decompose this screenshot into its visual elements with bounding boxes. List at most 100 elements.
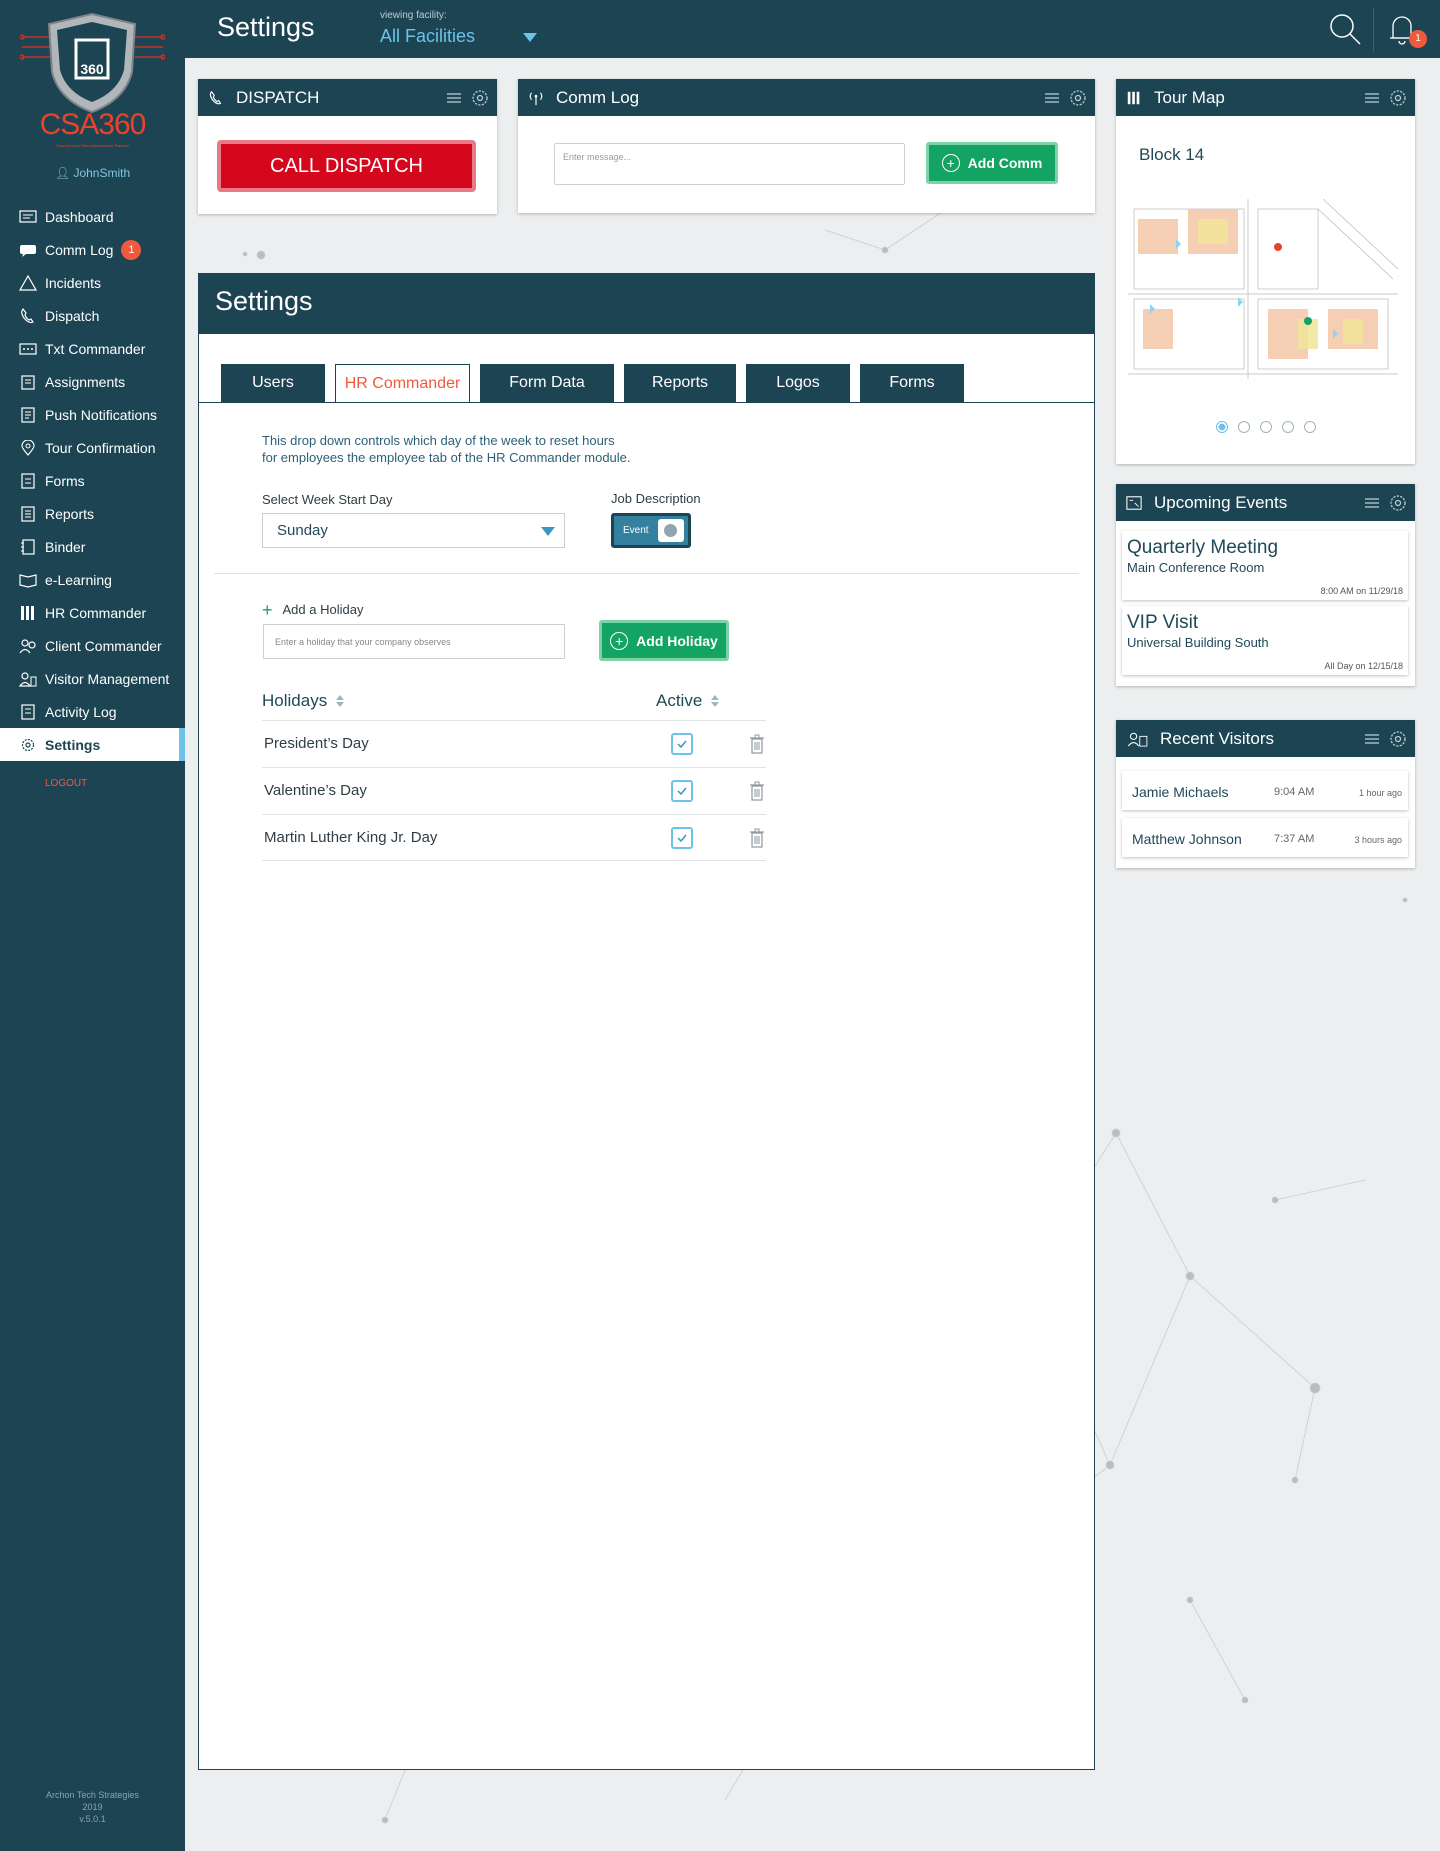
sidebar-item-e-learning[interactable]: e-Learning xyxy=(0,563,185,596)
map-label: Block 14 xyxy=(1139,145,1205,164)
plus-circle-icon: + xyxy=(941,154,960,172)
sidebar-item-comm-log[interactable]: Comm Log 1 xyxy=(0,233,185,266)
active-column-header[interactable]: Active xyxy=(656,691,720,711)
sidebar-item-dispatch[interactable]: Dispatch xyxy=(0,299,185,332)
visitor-name: Matthew Johnson xyxy=(1132,831,1242,847)
plus-icon: + xyxy=(262,599,273,620)
menu-icon[interactable] xyxy=(1363,730,1381,748)
holiday-input[interactable]: Enter a holiday that your company observ… xyxy=(263,624,565,659)
tab-users[interactable]: Users xyxy=(221,364,325,402)
widget-header: Upcoming Events xyxy=(1116,484,1415,521)
facility-select[interactable]: All Facilities xyxy=(380,26,475,47)
map-page-dot[interactable] xyxy=(1216,421,1228,433)
gear-icon xyxy=(18,737,38,753)
gear-icon[interactable] xyxy=(1069,89,1087,107)
trash-icon[interactable] xyxy=(750,734,764,754)
tab-hr-commander[interactable]: HR Commander xyxy=(335,364,470,403)
widget-title: Upcoming Events xyxy=(1154,492,1288,512)
sidebar-item-incidents[interactable]: Incidents xyxy=(0,266,185,299)
tab-logos[interactable]: Logos xyxy=(746,364,850,402)
gear-icon[interactable] xyxy=(1389,494,1407,512)
trash-icon[interactable] xyxy=(750,781,764,801)
upcoming-events-widget: Upcoming Events Quarterly Meeting Main C… xyxy=(1116,484,1415,686)
comm-message-input[interactable]: Enter message... xyxy=(554,143,905,185)
add-holiday-label: Add a Holiday xyxy=(282,602,364,617)
sidebar-item-label: Client Commander xyxy=(45,637,162,654)
tab-form-data[interactable]: Form Data xyxy=(480,364,614,402)
sidebar-item-hr-commander[interactable]: HR Commander xyxy=(0,596,185,629)
trash-icon[interactable] xyxy=(750,828,764,848)
tab-forms[interactable]: Forms xyxy=(860,364,964,402)
widget-header: Tour Map xyxy=(1116,79,1415,116)
menu-icon[interactable] xyxy=(1043,89,1061,107)
map-page-dot[interactable] xyxy=(1238,421,1250,433)
tab-divider xyxy=(199,402,1094,403)
sidebar-item-txt-commander[interactable]: Txt Commander xyxy=(0,332,185,365)
event-card[interactable]: VIP Visit Universal Building South All D… xyxy=(1122,606,1408,675)
sidebar-item-label: Tour Confirmation xyxy=(45,439,156,456)
sidebar-item-binder[interactable]: Binder xyxy=(0,530,185,563)
sidebar-item-label: Visitor Management xyxy=(45,670,170,687)
sidebar-item-activity-log[interactable]: Activity Log xyxy=(0,695,185,728)
map-page-dot[interactable] xyxy=(1304,421,1316,433)
sidebar-item-client-commander[interactable]: Client Commander xyxy=(0,629,185,662)
sidebar-item-label: Comm Log xyxy=(45,241,114,258)
sidebar-item-visitor-management[interactable]: Visitor Management xyxy=(0,662,185,695)
hr-icon xyxy=(18,605,38,621)
job-description-toggle[interactable]: Event xyxy=(611,513,691,548)
map-pin-icon xyxy=(18,439,38,456)
event-location: Universal Building South xyxy=(1127,635,1269,650)
week-start-value: Sunday xyxy=(277,522,328,539)
event-card[interactable]: Quarterly Meeting Main Conference Room 8… xyxy=(1122,531,1408,600)
active-checkbox[interactable] xyxy=(671,733,693,755)
current-user[interactable]: 👤︎ JohnSmith xyxy=(0,166,185,180)
gear-icon[interactable] xyxy=(1389,89,1407,107)
sidebar-nav: Dashboard Comm Log 1 Incidents Dispatch T… xyxy=(0,200,185,761)
sidebar-item-push-notifications[interactable]: Push Notifications xyxy=(0,398,185,431)
week-start-label: Select Week Start Day xyxy=(262,492,393,507)
sidebar-item-reports[interactable]: Reports xyxy=(0,497,185,530)
message-dots-icon xyxy=(18,341,38,357)
chat-icon xyxy=(18,242,38,258)
floor-plan-map[interactable] xyxy=(1128,179,1402,389)
widget-header: Comm Log xyxy=(518,79,1095,116)
sidebar-item-label: Binder xyxy=(45,538,86,555)
sidebar-item-assignments[interactable]: Assignments xyxy=(0,365,185,398)
visitor-time: 7:37 AM xyxy=(1274,833,1315,845)
menu-icon[interactable] xyxy=(1363,494,1381,512)
chevron-down-icon[interactable] xyxy=(523,33,537,42)
recent-visitors-widget: Recent Visitors Jamie Michaels 9:04 AM 1… xyxy=(1116,720,1415,868)
call-dispatch-button[interactable]: CALL DISPATCH xyxy=(217,140,476,192)
sidebar-item-label: Forms xyxy=(45,472,85,489)
sidebar-item-settings[interactable]: Settings xyxy=(0,728,185,761)
gear-icon[interactable] xyxy=(1389,730,1407,748)
add-holiday-button[interactable]: + Add Holiday xyxy=(599,620,729,661)
event-title: Quarterly Meeting xyxy=(1127,537,1279,558)
search-icon[interactable] xyxy=(1328,12,1362,46)
visitor-ago: 1 hour ago xyxy=(1358,788,1402,798)
visitor-row[interactable]: Matthew Johnson 7:37 AM 3 hours ago xyxy=(1122,818,1408,857)
widget-header: DISPATCH xyxy=(198,79,497,116)
sidebar-item-dashboard[interactable]: Dashboard xyxy=(0,200,185,233)
add-comm-button[interactable]: + Add Comm xyxy=(926,142,1058,184)
description-line: This drop down controls which day of the… xyxy=(262,433,615,448)
visitor-name: Jamie Michaels xyxy=(1132,784,1229,800)
logout-link[interactable]: LOGOUT xyxy=(45,778,87,789)
active-checkbox[interactable] xyxy=(671,827,693,849)
toggle-knob xyxy=(658,519,684,542)
sidebar-item-tour-confirmation[interactable]: Tour Confirmation xyxy=(0,431,185,464)
active-checkbox[interactable] xyxy=(671,780,693,802)
map-page-dot[interactable] xyxy=(1282,421,1294,433)
menu-icon[interactable] xyxy=(445,89,463,107)
map-page-dot[interactable] xyxy=(1260,421,1272,433)
antenna-icon xyxy=(528,89,548,107)
tab-reports[interactable]: Reports xyxy=(624,364,736,402)
gear-icon[interactable] xyxy=(471,89,489,107)
holidays-column-header[interactable]: Holidays xyxy=(262,691,345,711)
tour-map-widget: Tour Map Block 14 xyxy=(1116,79,1415,464)
menu-icon[interactable] xyxy=(1363,89,1381,107)
sidebar-item-forms[interactable]: Forms xyxy=(0,464,185,497)
week-start-select[interactable]: Sunday xyxy=(262,513,565,548)
sidebar-item-label: Push Notifications xyxy=(45,406,158,423)
visitor-row[interactable]: Jamie Michaels 9:04 AM 1 hour ago xyxy=(1122,771,1408,810)
